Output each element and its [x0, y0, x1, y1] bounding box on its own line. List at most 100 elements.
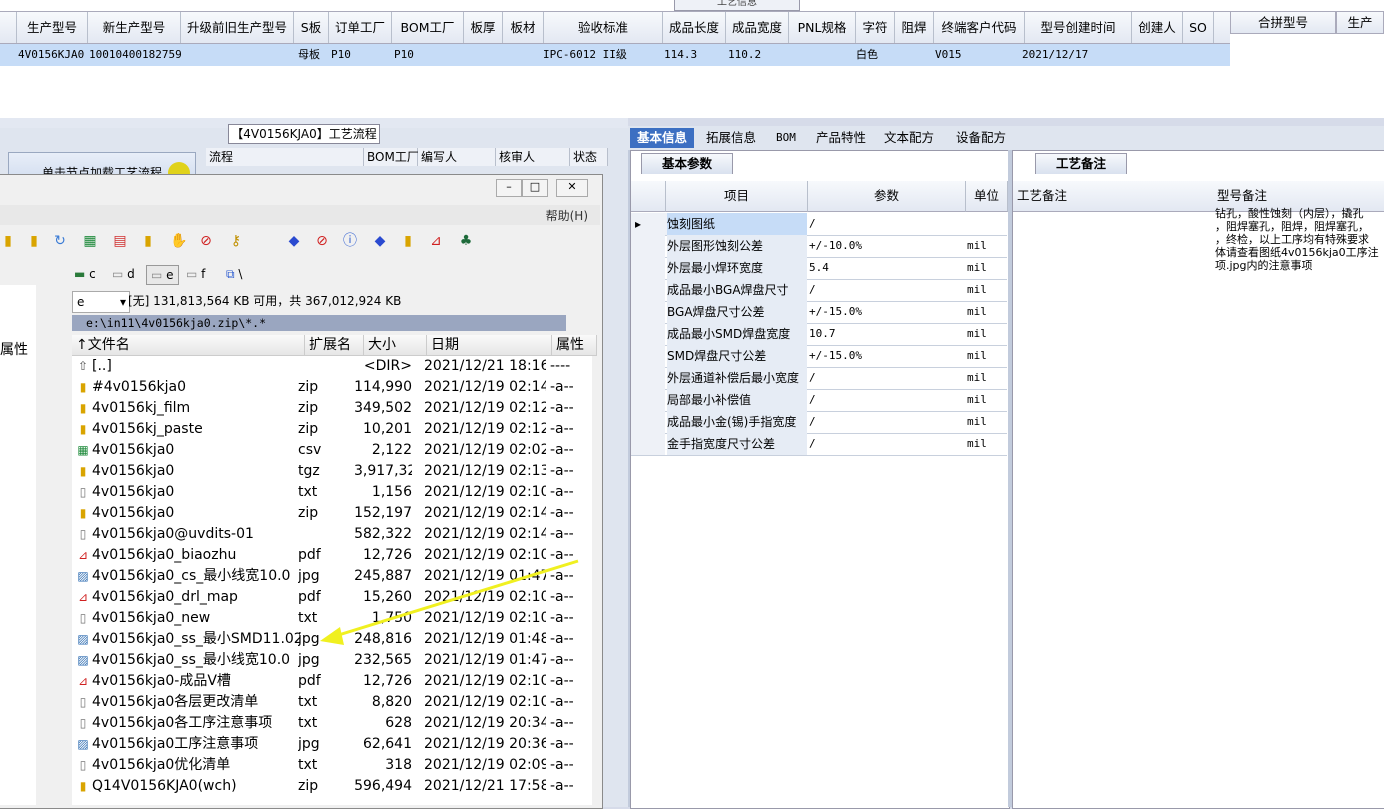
subtab-basic-params[interactable]: 基本参数 — [641, 153, 733, 174]
col-header-process-note[interactable]: 工艺备注 — [1013, 181, 1216, 212]
col-header-param[interactable]: 参数 — [808, 181, 966, 212]
row-selector[interactable] — [631, 367, 665, 389]
col-header-create-time[interactable]: 型号创建时间 — [1025, 12, 1132, 43]
basic-params-panel: 基本参数 项目 参数 单位 ▸ 蚀刻图纸 / 外层图形蚀刻公差 +/-10.0% mil 外… — [630, 150, 1010, 809]
param-row[interactable]: 成品最小BGA焊盘尺寸 / mil — [631, 279, 1007, 302]
tab-extended-info[interactable]: 拓展信息 — [706, 128, 756, 148]
col-header-soldermask[interactable]: 阻焊 — [895, 12, 934, 43]
tab-product-features[interactable]: 产品特性 — [816, 128, 866, 148]
col-header-creator[interactable]: 创建人 — [1132, 12, 1183, 43]
row-selector[interactable] — [631, 433, 665, 455]
row-selector[interactable] — [631, 345, 665, 367]
cell-new-model[interactable]: 10010400182759 — [89, 44, 181, 66]
param-item: 外层图形蚀刻公差 — [667, 235, 807, 257]
param-row[interactable]: 局部最小补偿值 / mil — [631, 389, 1007, 412]
param-value[interactable]: +/-10.0% — [809, 235, 965, 257]
cell-length[interactable]: 114.3 — [664, 44, 724, 66]
row-selector-header — [631, 181, 666, 212]
col-header-merge-model[interactable]: 合拼型号 — [1230, 11, 1336, 34]
cell-order-factory[interactable]: P10 — [331, 44, 391, 66]
param-row[interactable]: 金手指宽度尺寸公差 / mil — [631, 433, 1007, 456]
cell-s-board[interactable]: 母板 — [298, 44, 328, 66]
param-row[interactable]: 成品最小金(锡)手指宽度 / mil — [631, 411, 1007, 434]
param-row[interactable]: ▸ 蚀刻图纸 / — [631, 213, 1007, 236]
col-header-status[interactable]: 状态 — [570, 148, 608, 166]
note-line: ，终检，以上工序均有特殊要求 — [1215, 233, 1369, 246]
cell-customer-code[interactable]: V015 — [935, 44, 1015, 66]
param-value[interactable]: +/-15.0% — [809, 301, 965, 323]
param-item: 成品最小BGA焊盘尺寸 — [667, 279, 807, 301]
col-header-new-model[interactable]: 新生产型号 — [88, 12, 181, 43]
col-header-unit[interactable]: 单位 — [966, 181, 1008, 212]
param-value[interactable]: / — [809, 389, 965, 411]
col-header-silkscreen[interactable]: 字符 — [856, 12, 895, 43]
param-value[interactable]: / — [809, 213, 965, 235]
row-selector[interactable] — [631, 389, 665, 411]
col-header-merge-production[interactable]: 生产 — [1336, 11, 1384, 34]
tab-text-recipe[interactable]: 文本配方 — [884, 128, 934, 148]
cell-silkscreen[interactable]: 白色 — [856, 44, 894, 66]
col-header-so[interactable]: SO — [1183, 12, 1214, 43]
row-selector[interactable] — [631, 301, 665, 323]
row-selector[interactable] — [631, 257, 665, 279]
param-row[interactable]: 外层通道补偿后最小宽度 / mil — [631, 367, 1007, 390]
param-value[interactable]: / — [809, 279, 965, 301]
param-row[interactable]: 外层最小焊环宽度 5.4 mil — [631, 257, 1007, 280]
col-header-bom-factory[interactable]: BOM工厂 — [392, 12, 464, 43]
col-header-s-board[interactable]: S板 — [294, 12, 329, 43]
row-selector[interactable] — [631, 279, 665, 301]
param-row[interactable]: 外层图形蚀刻公差 +/-10.0% mil — [631, 235, 1007, 258]
model-note-text[interactable]: 钻孔，酸性蚀刻（内层），撬孔 ，阻焊塞孔，阻焊，阻焊塞孔， ，终检，以上工序均有… — [1215, 207, 1384, 272]
cell-acceptance[interactable]: IPC-6012 II级 — [543, 44, 661, 66]
note-line: 体请查看图纸4v0156kja0工序注 — [1215, 246, 1379, 259]
subtab-process-notes[interactable]: 工艺备注 — [1035, 153, 1127, 174]
param-value[interactable]: 10.7 — [809, 323, 965, 345]
col-header-material[interactable]: 板材 — [503, 12, 544, 43]
param-value[interactable]: / — [809, 433, 965, 455]
param-unit: mil — [967, 327, 987, 340]
col-header-customer-code[interactable]: 终端客户代码 — [934, 12, 1025, 43]
row-selector[interactable] — [631, 323, 665, 345]
row-selector[interactable] — [631, 411, 665, 433]
param-row[interactable]: 成品最小SMD焊盘宽度 10.7 mil — [631, 323, 1007, 346]
col-header-item[interactable]: 项目 — [666, 181, 808, 212]
param-value[interactable]: 5.4 — [809, 257, 965, 279]
col-header-width[interactable]: 成品宽度 — [726, 12, 789, 43]
top-grid-row[interactable]: 4V0156KJA0 10010400182759 母板 P10 P10 IPC… — [0, 44, 1230, 66]
col-header-thickness[interactable]: 板厚 — [464, 12, 503, 43]
param-unit: mil — [967, 371, 987, 384]
cell-bom-factory[interactable]: P10 — [394, 44, 454, 66]
col-header-bom-factory-process[interactable]: BOM工厂 — [364, 148, 419, 166]
col-header-flow[interactable]: 流程 — [206, 148, 364, 166]
col-header-reviewer[interactable]: 核审人 — [496, 148, 570, 166]
param-item: 成品最小金(锡)手指宽度 — [667, 411, 807, 433]
param-unit: mil — [967, 305, 987, 318]
param-item: 外层通道补偿后最小宽度 — [667, 367, 807, 389]
row-pointer-icon[interactable]: ▸ — [631, 213, 669, 235]
cell-production-model[interactable]: 4V0156KJA0 — [18, 44, 88, 66]
col-header-production-model[interactable]: 生产型号 — [17, 12, 88, 43]
tab-equipment-recipe[interactable]: 设备配方 — [956, 128, 1006, 148]
param-unit: mil — [967, 283, 987, 296]
param-value[interactable]: / — [809, 411, 965, 433]
param-item: 外层最小焊环宽度 — [667, 257, 807, 279]
cell-create-time[interactable]: 2021/12/17 — [1022, 44, 1122, 66]
tab-bom[interactable]: BOM — [776, 128, 796, 148]
col-header-acceptance[interactable]: 验收标准 — [544, 12, 663, 43]
col-header-old-model[interactable]: 升级前旧生产型号 — [181, 12, 294, 43]
col-header-length[interactable]: 成品长度 — [663, 12, 726, 43]
annotation-arrow — [320, 559, 579, 645]
tab-basic-info[interactable]: 基本信息 — [630, 128, 694, 148]
param-unit: mil — [967, 437, 987, 450]
col-header-pnl[interactable]: PNL规格 — [789, 12, 856, 43]
cell-width[interactable]: 110.2 — [728, 44, 788, 66]
col-header-order-factory[interactable]: 订单工厂 — [329, 12, 392, 43]
row-selector[interactable] — [631, 235, 665, 257]
param-row[interactable]: BGA焊盘尺寸公差 +/-15.0% mil — [631, 301, 1007, 324]
param-unit: mil — [967, 261, 987, 274]
param-value[interactable]: / — [809, 367, 965, 389]
param-value[interactable]: +/-15.0% — [809, 345, 965, 367]
col-header-writer[interactable]: 编写人 — [418, 148, 496, 166]
param-item: 局部最小补偿值 — [667, 389, 807, 411]
param-row[interactable]: SMD焊盘尺寸公差 +/-15.0% mil — [631, 345, 1007, 368]
